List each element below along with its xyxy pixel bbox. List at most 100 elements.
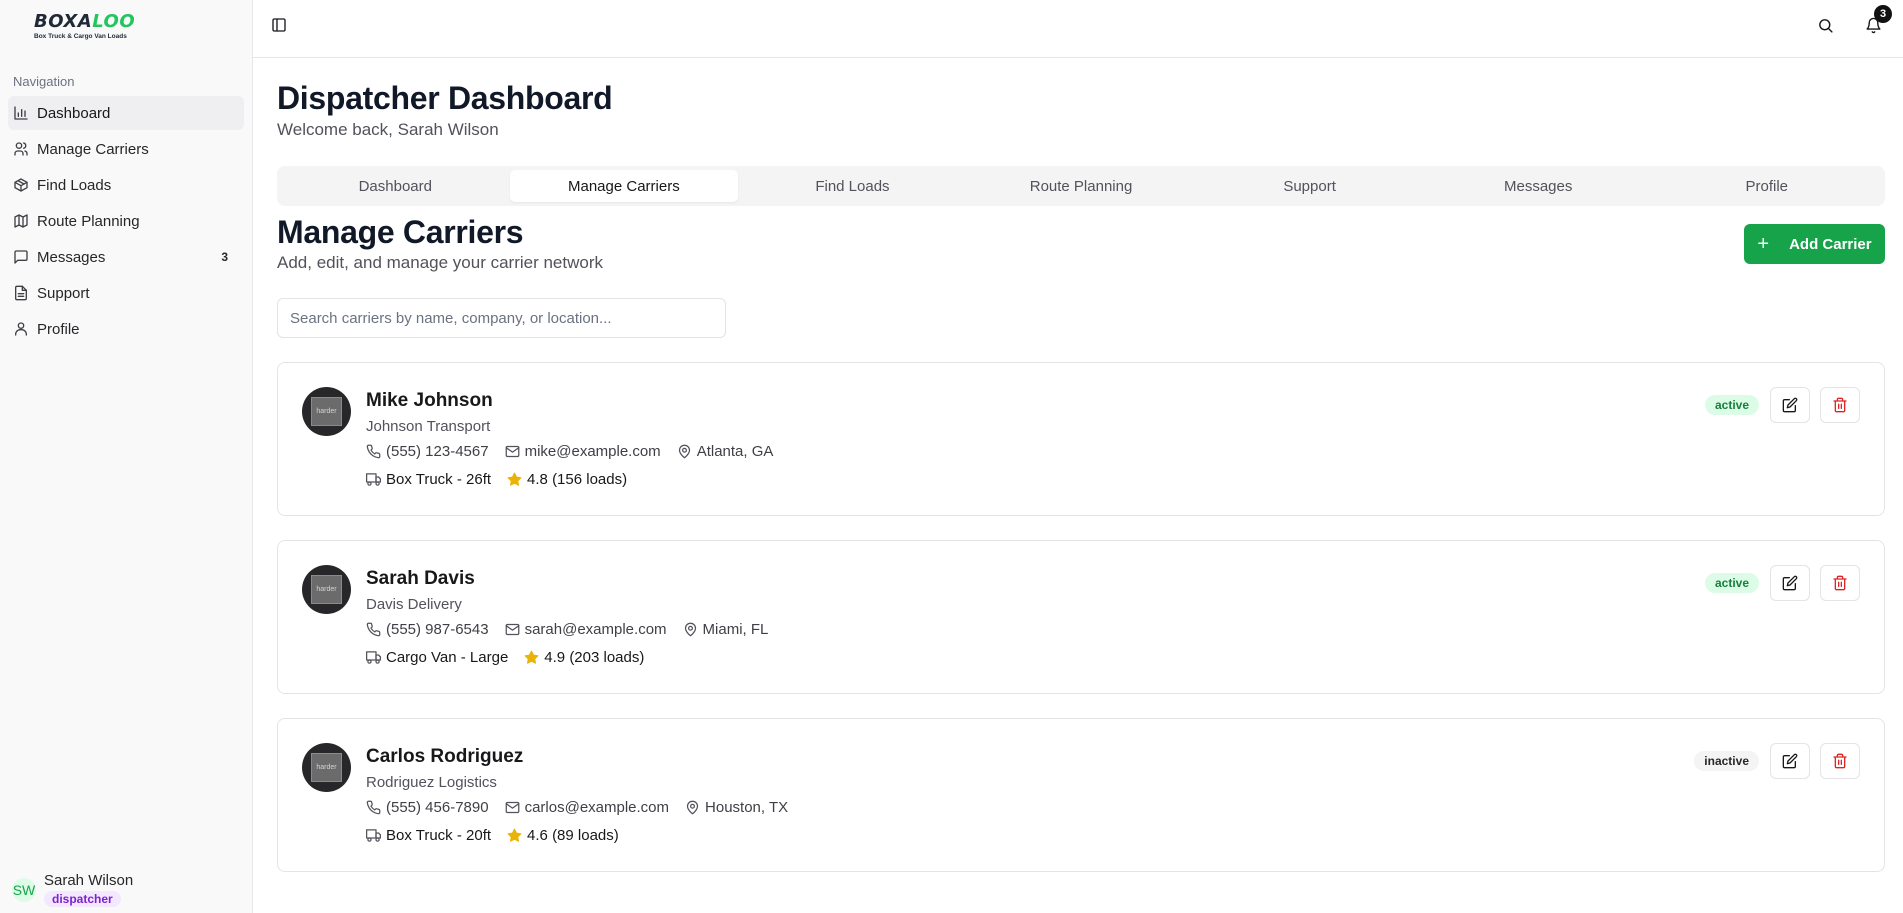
carrier-location: Miami, FL (702, 621, 769, 638)
search-icon[interactable] (1817, 17, 1834, 34)
carrier-email: sarah@example.com (524, 621, 667, 638)
carrier-email: mike@example.com (524, 443, 661, 460)
user-icon (13, 321, 29, 337)
carrier-list: harder Mike Johnson Johnson Transport (5… (277, 362, 1885, 896)
truck-icon (366, 473, 381, 486)
phone-icon (366, 622, 381, 637)
mail-icon (505, 801, 519, 814)
tab-manage-carriers[interactable]: Manage Carriers (509, 170, 739, 202)
sidebar-item-label: Find Loads (37, 176, 112, 194)
add-carrier-button[interactable]: + Add Carrier (1744, 224, 1885, 264)
add-carrier-label: Add Carrier (1789, 235, 1872, 253)
mail-icon (505, 445, 519, 458)
status-badge: active (1704, 395, 1759, 415)
trash-icon (1833, 753, 1847, 769)
sidebar-item-label: Route Planning (37, 212, 140, 230)
sidebar: BOXALOO Box Truck & Cargo Van Loads Navi… (0, 0, 253, 913)
edit-carrier-button[interactable] (1770, 387, 1810, 423)
phone-icon (366, 444, 381, 459)
message-icon (13, 249, 29, 265)
carrier-vehicle: Cargo Van - Large (386, 649, 509, 666)
sidebar-item-support[interactable]: Support (8, 276, 244, 310)
nav-heading: Navigation (13, 74, 75, 89)
carrier-phone: (555) 456-7890 (386, 799, 489, 816)
edit-carrier-button[interactable] (1770, 743, 1810, 779)
truck-icon (366, 651, 381, 664)
carrier-name: Carlos Rodriguez (366, 746, 524, 767)
carrier-vehicle: Box Truck - 26ft (386, 471, 492, 488)
document-icon (13, 285, 29, 301)
sidebar-item-route-planning[interactable]: Route Planning (8, 204, 244, 238)
sidebar-toggle-icon[interactable] (271, 17, 287, 33)
sidebar-item-label: Profile (37, 320, 80, 338)
carrier-company: Rodriguez Logistics (366, 774, 497, 791)
avatar-image: harder (311, 397, 342, 426)
sidebar-item-manage-carriers[interactable]: Manage Carriers (8, 132, 244, 166)
notification-badge: 3 (1874, 5, 1892, 23)
map-pin-icon (678, 444, 690, 459)
logo-wordmark: BOXALOO (34, 11, 136, 32)
carrier-location: Atlanta, GA (696, 443, 774, 460)
tab-messages[interactable]: Messages (1424, 170, 1653, 202)
brand-logo[interactable]: BOXALOO Box Truck & Cargo Van Loads (34, 12, 144, 44)
package-icon (13, 177, 29, 193)
sidebar-item-messages[interactable]: Messages 3 (8, 240, 244, 274)
sidebar-item-find-loads[interactable]: Find Loads (8, 168, 244, 202)
status-badge: active (1704, 573, 1759, 593)
carrier-card: harder Sarah Davis Davis Delivery (555) … (277, 540, 1885, 694)
carrier-rating: 4.6 (89 loads) (527, 827, 619, 844)
carrier-name: Mike Johnson (366, 390, 493, 411)
tab-route-planning[interactable]: Route Planning (967, 170, 1196, 202)
avatar: harder (302, 565, 351, 614)
carrier-vehicle: Box Truck - 20ft (386, 827, 492, 844)
tab-profile[interactable]: Profile (1652, 170, 1881, 202)
phone-icon (366, 800, 381, 815)
edit-carrier-button[interactable] (1770, 565, 1810, 601)
map-icon (13, 213, 29, 229)
messages-count-badge: 3 (221, 250, 228, 264)
carrier-phone: (555) 123-4567 (386, 443, 489, 460)
carrier-name: Sarah Davis (366, 568, 475, 589)
edit-icon (1782, 753, 1798, 769)
carrier-email: carlos@example.com (524, 799, 670, 816)
tab-bar: Dashboard Manage Carriers Find Loads Rou… (277, 166, 1885, 206)
edit-icon (1782, 575, 1798, 591)
avatar: harder (302, 743, 351, 792)
star-icon (507, 828, 522, 842)
page-subtitle: Welcome back, Sarah Wilson (277, 120, 499, 139)
sidebar-item-profile[interactable]: Profile (8, 312, 244, 346)
plus-icon: + (1757, 233, 1770, 255)
carrier-card: harder Carlos Rodriguez Rodriguez Logist… (277, 718, 1885, 872)
status-badge: inactive (1694, 751, 1759, 771)
edit-icon (1782, 397, 1798, 413)
page-title: Dispatcher Dashboard (277, 80, 613, 116)
tab-dashboard[interactable]: Dashboard (281, 170, 510, 202)
delete-carrier-button[interactable] (1820, 387, 1860, 423)
carrier-search-input[interactable] (277, 298, 726, 338)
sidebar-item-label: Messages (37, 248, 106, 266)
tab-find-loads[interactable]: Find Loads (738, 170, 967, 202)
carrier-location: Houston, TX (705, 799, 789, 816)
trash-icon (1833, 575, 1847, 591)
carrier-card: harder Mike Johnson Johnson Transport (5… (277, 362, 1885, 516)
sidebar-item-dashboard[interactable]: Dashboard (8, 96, 244, 130)
tab-support[interactable]: Support (1195, 170, 1424, 202)
role-badge: dispatcher (44, 891, 121, 907)
user-profile[interactable]: SW Sarah Wilson dispatcher (12, 872, 133, 908)
bar-chart-icon (13, 105, 29, 121)
truck-icon (366, 829, 381, 842)
carrier-company: Johnson Transport (366, 418, 491, 435)
delete-carrier-button[interactable] (1820, 743, 1860, 779)
sidebar-nav: Dashboard Manage Carriers Find Loads Rou… (8, 96, 244, 348)
topbar: 3 (253, 0, 1903, 58)
trash-icon (1833, 397, 1847, 413)
delete-carrier-button[interactable] (1820, 565, 1860, 601)
map-pin-icon (684, 622, 696, 637)
carrier-rating: 4.8 (156 loads) (527, 471, 628, 488)
section-title: Manage Carriers (277, 214, 524, 250)
users-icon (13, 141, 29, 157)
star-icon (507, 472, 522, 486)
avatar-image: harder (311, 753, 342, 782)
carrier-company: Davis Delivery (366, 596, 462, 613)
star-icon (524, 650, 539, 664)
